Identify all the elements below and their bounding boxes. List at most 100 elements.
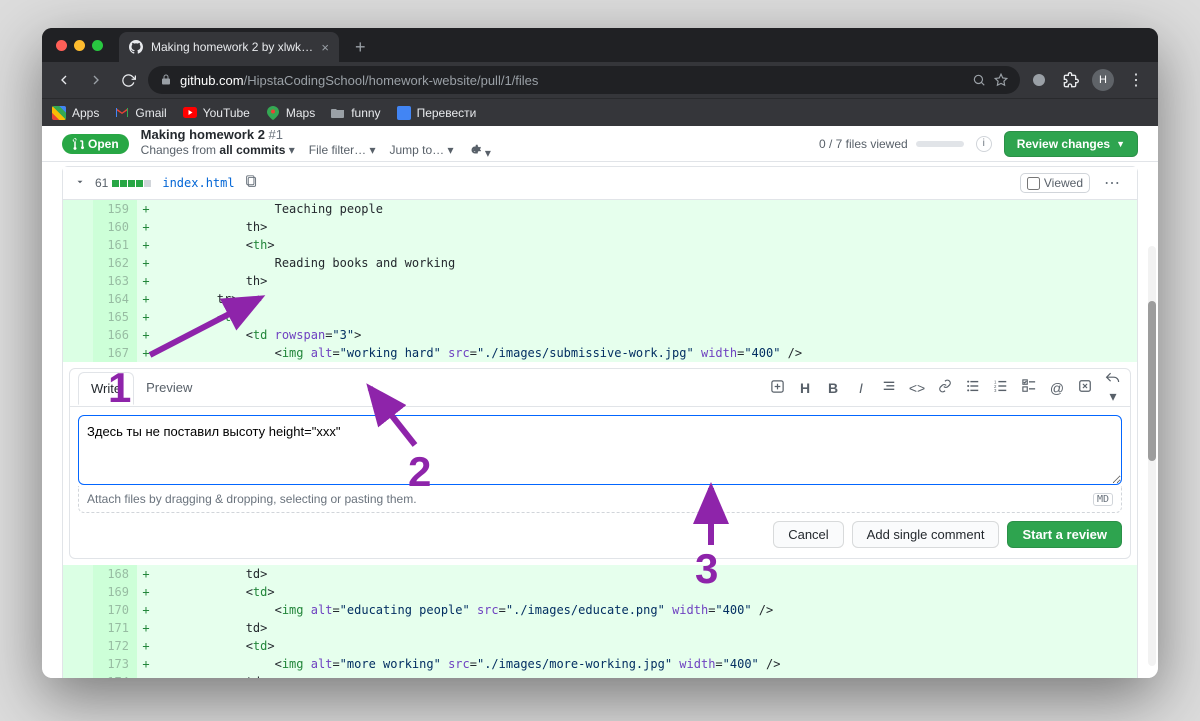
bullet-list-icon[interactable]: [964, 379, 982, 396]
bookmark-youtube[interactable]: YouTube: [183, 106, 250, 120]
diff-code: <img alt="more working" src="./images/mo…: [155, 655, 1137, 673]
extensions-menu-icon[interactable]: [1060, 69, 1082, 91]
scrollbar[interactable]: [1148, 246, 1156, 666]
new-line-num: 168: [93, 565, 137, 583]
extension-icon[interactable]: [1028, 69, 1050, 91]
diff-mark: +: [137, 254, 155, 272]
minimize-window-button[interactable]: [74, 40, 85, 51]
new-line-num: 163: [93, 272, 137, 290]
gear-icon: [468, 143, 482, 157]
forward-button[interactable]: [84, 68, 108, 92]
diff-row[interactable]: 162+ Reading books and working: [63, 254, 1137, 272]
search-icon[interactable]: [972, 73, 986, 87]
old-line-num: [63, 619, 93, 637]
diff-row[interactable]: 161+ <th>: [63, 236, 1137, 254]
italic-icon[interactable]: I: [852, 380, 870, 396]
add-single-comment-button[interactable]: Add single comment: [852, 521, 1000, 548]
browser-menu-button[interactable]: ⋮: [1124, 68, 1148, 92]
annotation-arrow-3: [693, 480, 733, 550]
old-line-num: [63, 583, 93, 601]
tab-close-button[interactable]: ×: [321, 40, 329, 55]
old-line-num: [63, 218, 93, 236]
task-list-icon[interactable]: [1020, 379, 1038, 396]
diff-row[interactable]: 173+ <img alt="more working" src="./imag…: [63, 655, 1137, 673]
diff-row[interactable]: 169+ <td>: [63, 583, 1137, 601]
diff-row[interactable]: 160+ th>: [63, 218, 1137, 236]
reload-button[interactable]: [116, 68, 140, 92]
diff-row[interactable]: 170+ <img alt="educating people" src="./…: [63, 601, 1137, 619]
write-tab[interactable]: Write: [78, 372, 134, 405]
diff-row[interactable]: 163+ th>: [63, 272, 1137, 290]
attach-hint[interactable]: Attach files by dragging & dropping, sel…: [78, 486, 1122, 513]
numbered-list-icon[interactable]: 123: [992, 379, 1010, 396]
diff-code: <td>: [155, 583, 1137, 601]
new-line-num: 173: [93, 655, 137, 673]
markdown-badge[interactable]: MD: [1093, 493, 1113, 506]
bookmark-gmail[interactable]: Gmail: [115, 106, 166, 120]
diff-row[interactable]: 172+ <td>: [63, 637, 1137, 655]
diff-code: td>: [155, 565, 1137, 583]
diff-mark: +: [137, 655, 155, 673]
file-name-link[interactable]: index.html: [162, 176, 234, 190]
file-actions-menu[interactable]: ⋯: [1100, 173, 1125, 193]
browser-tab[interactable]: Making homework 2 by xlwkn… ×: [119, 32, 339, 62]
start-review-button[interactable]: Start a review: [1007, 521, 1122, 548]
fullscreen-window-button[interactable]: [92, 40, 103, 51]
url-text: github.com/HipstaCodingSchool/homework-w…: [180, 73, 538, 88]
markdown-toolbar: H B I <> 123 @ ▾: [768, 371, 1122, 405]
diff-row[interactable]: 171+ td>: [63, 619, 1137, 637]
diff-mark: +: [137, 200, 155, 218]
changes-from-dropdown[interactable]: Changes from all commits ▾: [141, 143, 295, 160]
viewed-checkbox[interactable]: Viewed: [1020, 173, 1090, 193]
diff-row[interactable]: 174+ td>: [63, 673, 1137, 678]
star-icon[interactable]: [994, 73, 1008, 87]
preview-tab[interactable]: Preview: [134, 372, 204, 403]
address-bar[interactable]: github.com/HipstaCodingSchool/homework-w…: [148, 66, 1020, 94]
new-line-num: 174: [93, 673, 137, 678]
scrollbar-thumb[interactable]: [1148, 301, 1156, 461]
back-button[interactable]: [52, 68, 76, 92]
bookmark-maps[interactable]: Maps: [266, 106, 315, 120]
bookmark-funny[interactable]: funny: [331, 106, 380, 120]
viewed-checkbox-input[interactable]: [1027, 177, 1040, 190]
code-icon[interactable]: <>: [908, 380, 926, 396]
comment-body: Attach files by dragging & dropping, sel…: [70, 407, 1130, 521]
new-line-num: 160: [93, 218, 137, 236]
diff-settings-button[interactable]: ▾: [468, 143, 491, 160]
new-line-num: 165: [93, 308, 137, 326]
bookmark-translate[interactable]: Перевести: [397, 106, 477, 120]
diff-stat: 61: [95, 176, 152, 190]
suggest-change-icon[interactable]: [768, 379, 786, 397]
review-changes-button[interactable]: Review changes▼: [1004, 131, 1138, 157]
maps-icon: [266, 106, 280, 120]
link-icon[interactable]: [936, 379, 954, 396]
close-window-button[interactable]: [56, 40, 67, 51]
mention-icon[interactable]: @: [1048, 380, 1066, 396]
old-line-num: [63, 601, 93, 619]
diff-code: td>: [155, 619, 1137, 637]
file-filter-dropdown[interactable]: File filter… ▾: [309, 143, 376, 160]
saved-replies-icon[interactable]: ▾: [1104, 371, 1122, 405]
bold-icon[interactable]: B: [824, 380, 842, 396]
file-diff-box: 61 index.html Viewed ⋯ 159+ Te: [62, 166, 1138, 678]
jump-to-dropdown[interactable]: Jump to… ▾: [389, 143, 453, 160]
comment-textarea[interactable]: [78, 415, 1122, 485]
new-tab-button[interactable]: +: [347, 32, 374, 62]
quote-icon[interactable]: [880, 379, 898, 396]
old-line-num: [63, 565, 93, 583]
diff-mark: +: [137, 601, 155, 619]
window-controls: [52, 28, 111, 62]
reference-icon[interactable]: [1076, 379, 1094, 396]
diff-mark: +: [137, 218, 155, 236]
lock-icon: [160, 74, 172, 86]
diff-row[interactable]: 159+ Teaching people: [63, 200, 1137, 218]
collapse-file-button[interactable]: [75, 176, 85, 190]
profile-avatar[interactable]: H: [1092, 69, 1114, 91]
cancel-button[interactable]: Cancel: [773, 521, 843, 548]
heading-icon[interactable]: H: [796, 380, 814, 396]
info-icon[interactable]: i: [976, 136, 992, 152]
copy-path-button[interactable]: [245, 175, 258, 191]
new-line-num: 161: [93, 236, 137, 254]
bookmark-apps[interactable]: Apps: [52, 106, 99, 120]
diff-row[interactable]: 168+ td>: [63, 565, 1137, 583]
